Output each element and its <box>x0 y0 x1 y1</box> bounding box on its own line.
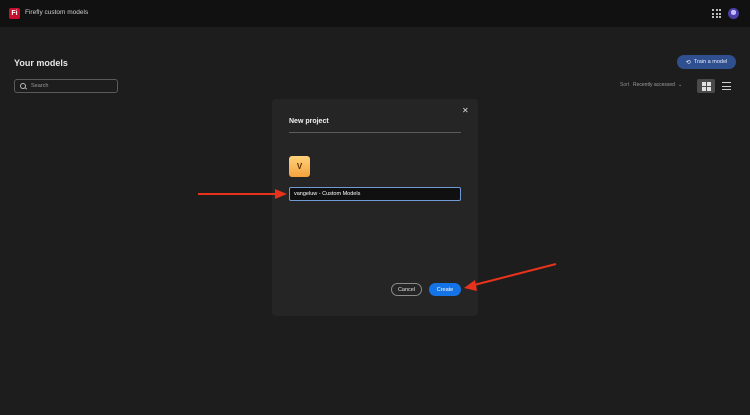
close-icon[interactable]: ✕ <box>462 106 469 115</box>
sort-value: Recently accessed <box>633 82 675 88</box>
sort-label: Sort <box>620 82 630 88</box>
new-project-dialog: New project ✕ V Cancel Create <box>272 99 478 316</box>
project-avatar: V <box>289 156 310 177</box>
app-title: Firefly custom models <box>25 9 89 16</box>
chevron-down-icon: ⌄ <box>677 82 683 88</box>
create-button[interactable]: Create <box>429 283 461 296</box>
page-title: Your models <box>14 58 68 68</box>
search-box[interactable] <box>14 79 118 93</box>
train-icon: ⟲ <box>685 59 691 66</box>
sort-dropdown[interactable]: Recently accessed ⌄ <box>633 82 682 88</box>
train-model-label: Train a model <box>693 59 728 65</box>
user-avatar[interactable] <box>728 8 739 19</box>
firefly-logo-icon[interactable]: Fi <box>9 8 20 19</box>
dialog-title: New project <box>289 118 329 125</box>
top-bar: Fi Firefly custom models <box>0 0 750 27</box>
grid-view-button[interactable] <box>697 79 715 93</box>
search-input[interactable] <box>31 83 116 89</box>
search-icon <box>20 82 27 90</box>
dialog-divider <box>289 132 461 133</box>
project-name-input[interactable] <box>289 187 461 201</box>
list-view-button[interactable] <box>722 82 731 90</box>
train-model-button[interactable]: ⟲ Train a model <box>677 55 736 69</box>
cancel-button[interactable]: Cancel <box>391 283 422 296</box>
apps-grid-icon[interactable] <box>712 9 721 18</box>
